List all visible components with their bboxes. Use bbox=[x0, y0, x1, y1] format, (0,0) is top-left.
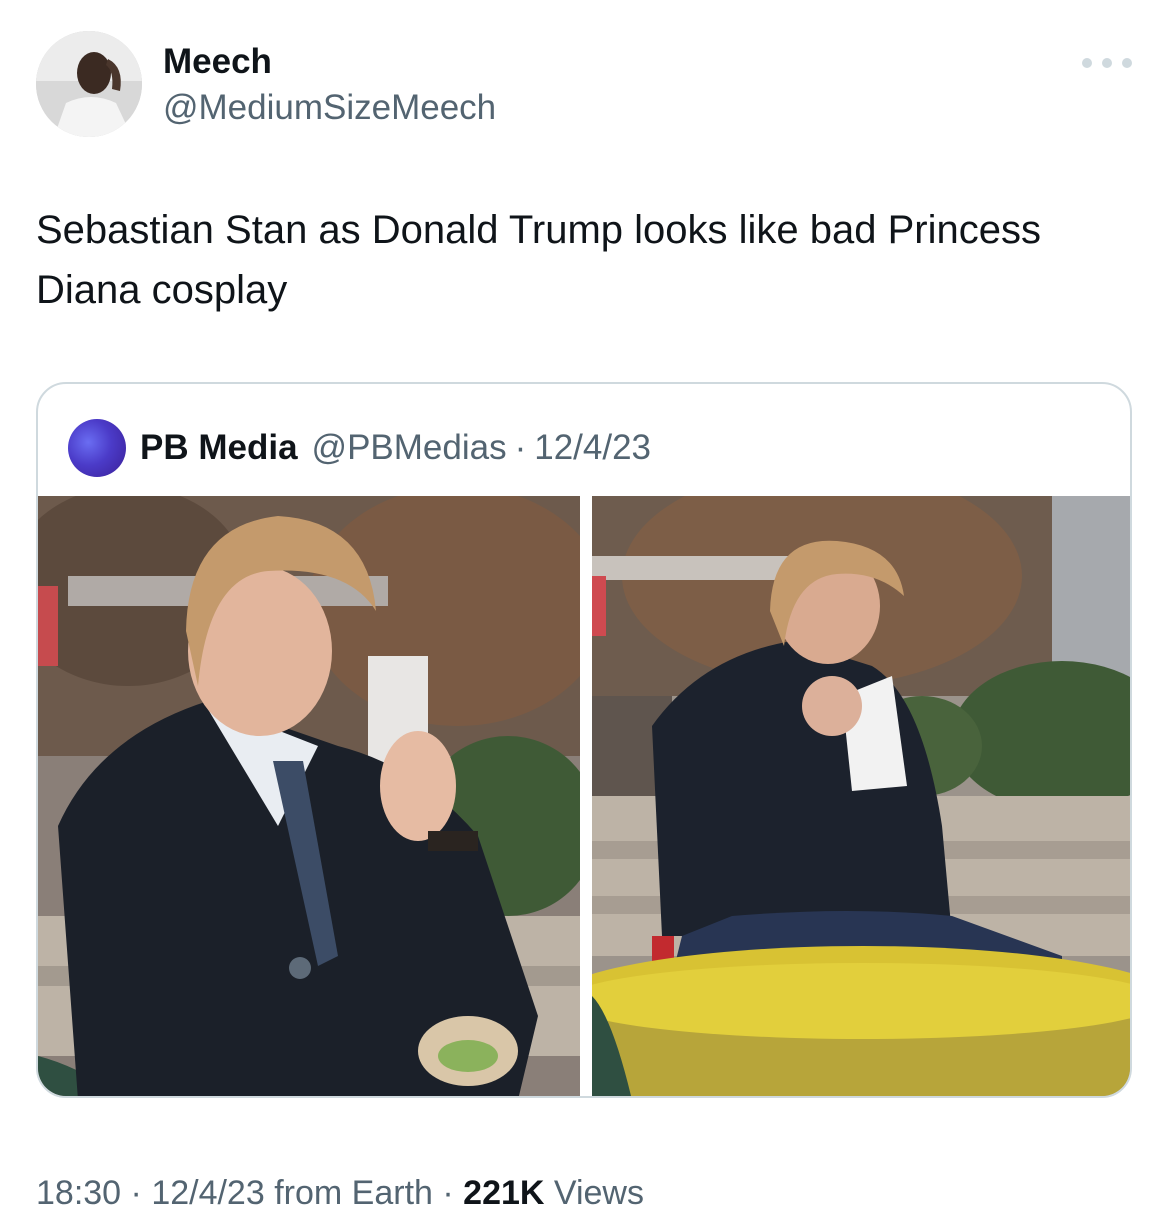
quoted-photo-1[interactable] bbox=[38, 496, 580, 1096]
views-label: Views bbox=[544, 1174, 644, 1212]
tweet-text: Sebastian Stan as Donald Trump looks lik… bbox=[36, 208, 1041, 312]
avatar-image bbox=[36, 31, 142, 137]
quoted-author-handle[interactable]: @PBMedias bbox=[312, 428, 507, 468]
tweet-time[interactable]: 18:30 bbox=[36, 1174, 121, 1212]
author-name[interactable]: Meech bbox=[163, 40, 272, 84]
quoted-tweet-header: PB Media @PBMedias · 12/4/23 bbox=[68, 419, 651, 477]
quoted-photo-2[interactable] bbox=[592, 496, 1130, 1096]
footer-separator: · bbox=[432, 1174, 464, 1212]
more-dot bbox=[1082, 58, 1092, 68]
author-handle[interactable]: @MediumSizeMeech bbox=[163, 86, 496, 130]
photo-image bbox=[592, 496, 1130, 1096]
author-avatar[interactable] bbox=[36, 31, 142, 137]
views-count[interactable]: 221K bbox=[463, 1174, 544, 1212]
quoted-author-avatar[interactable] bbox=[68, 419, 126, 477]
more-icon[interactable] bbox=[1082, 50, 1132, 76]
footer-separator: · bbox=[121, 1174, 152, 1212]
more-dot bbox=[1122, 58, 1132, 68]
quoted-tweet-card[interactable]: PB Media @PBMedias · 12/4/23 bbox=[36, 382, 1132, 1098]
quoted-date[interactable]: 12/4/23 bbox=[534, 428, 651, 468]
photo-image bbox=[38, 496, 580, 1096]
tweet-date[interactable]: 12/4/23 bbox=[151, 1174, 264, 1212]
quoted-author-name[interactable]: PB Media bbox=[140, 428, 298, 468]
tweet-source: from Earth bbox=[264, 1174, 433, 1212]
tweet-footer: 18:30 · 12/4/23 from Earth · 221K Views bbox=[36, 1168, 644, 1218]
quoted-separator: · bbox=[514, 428, 527, 467]
more-dot bbox=[1102, 58, 1112, 68]
